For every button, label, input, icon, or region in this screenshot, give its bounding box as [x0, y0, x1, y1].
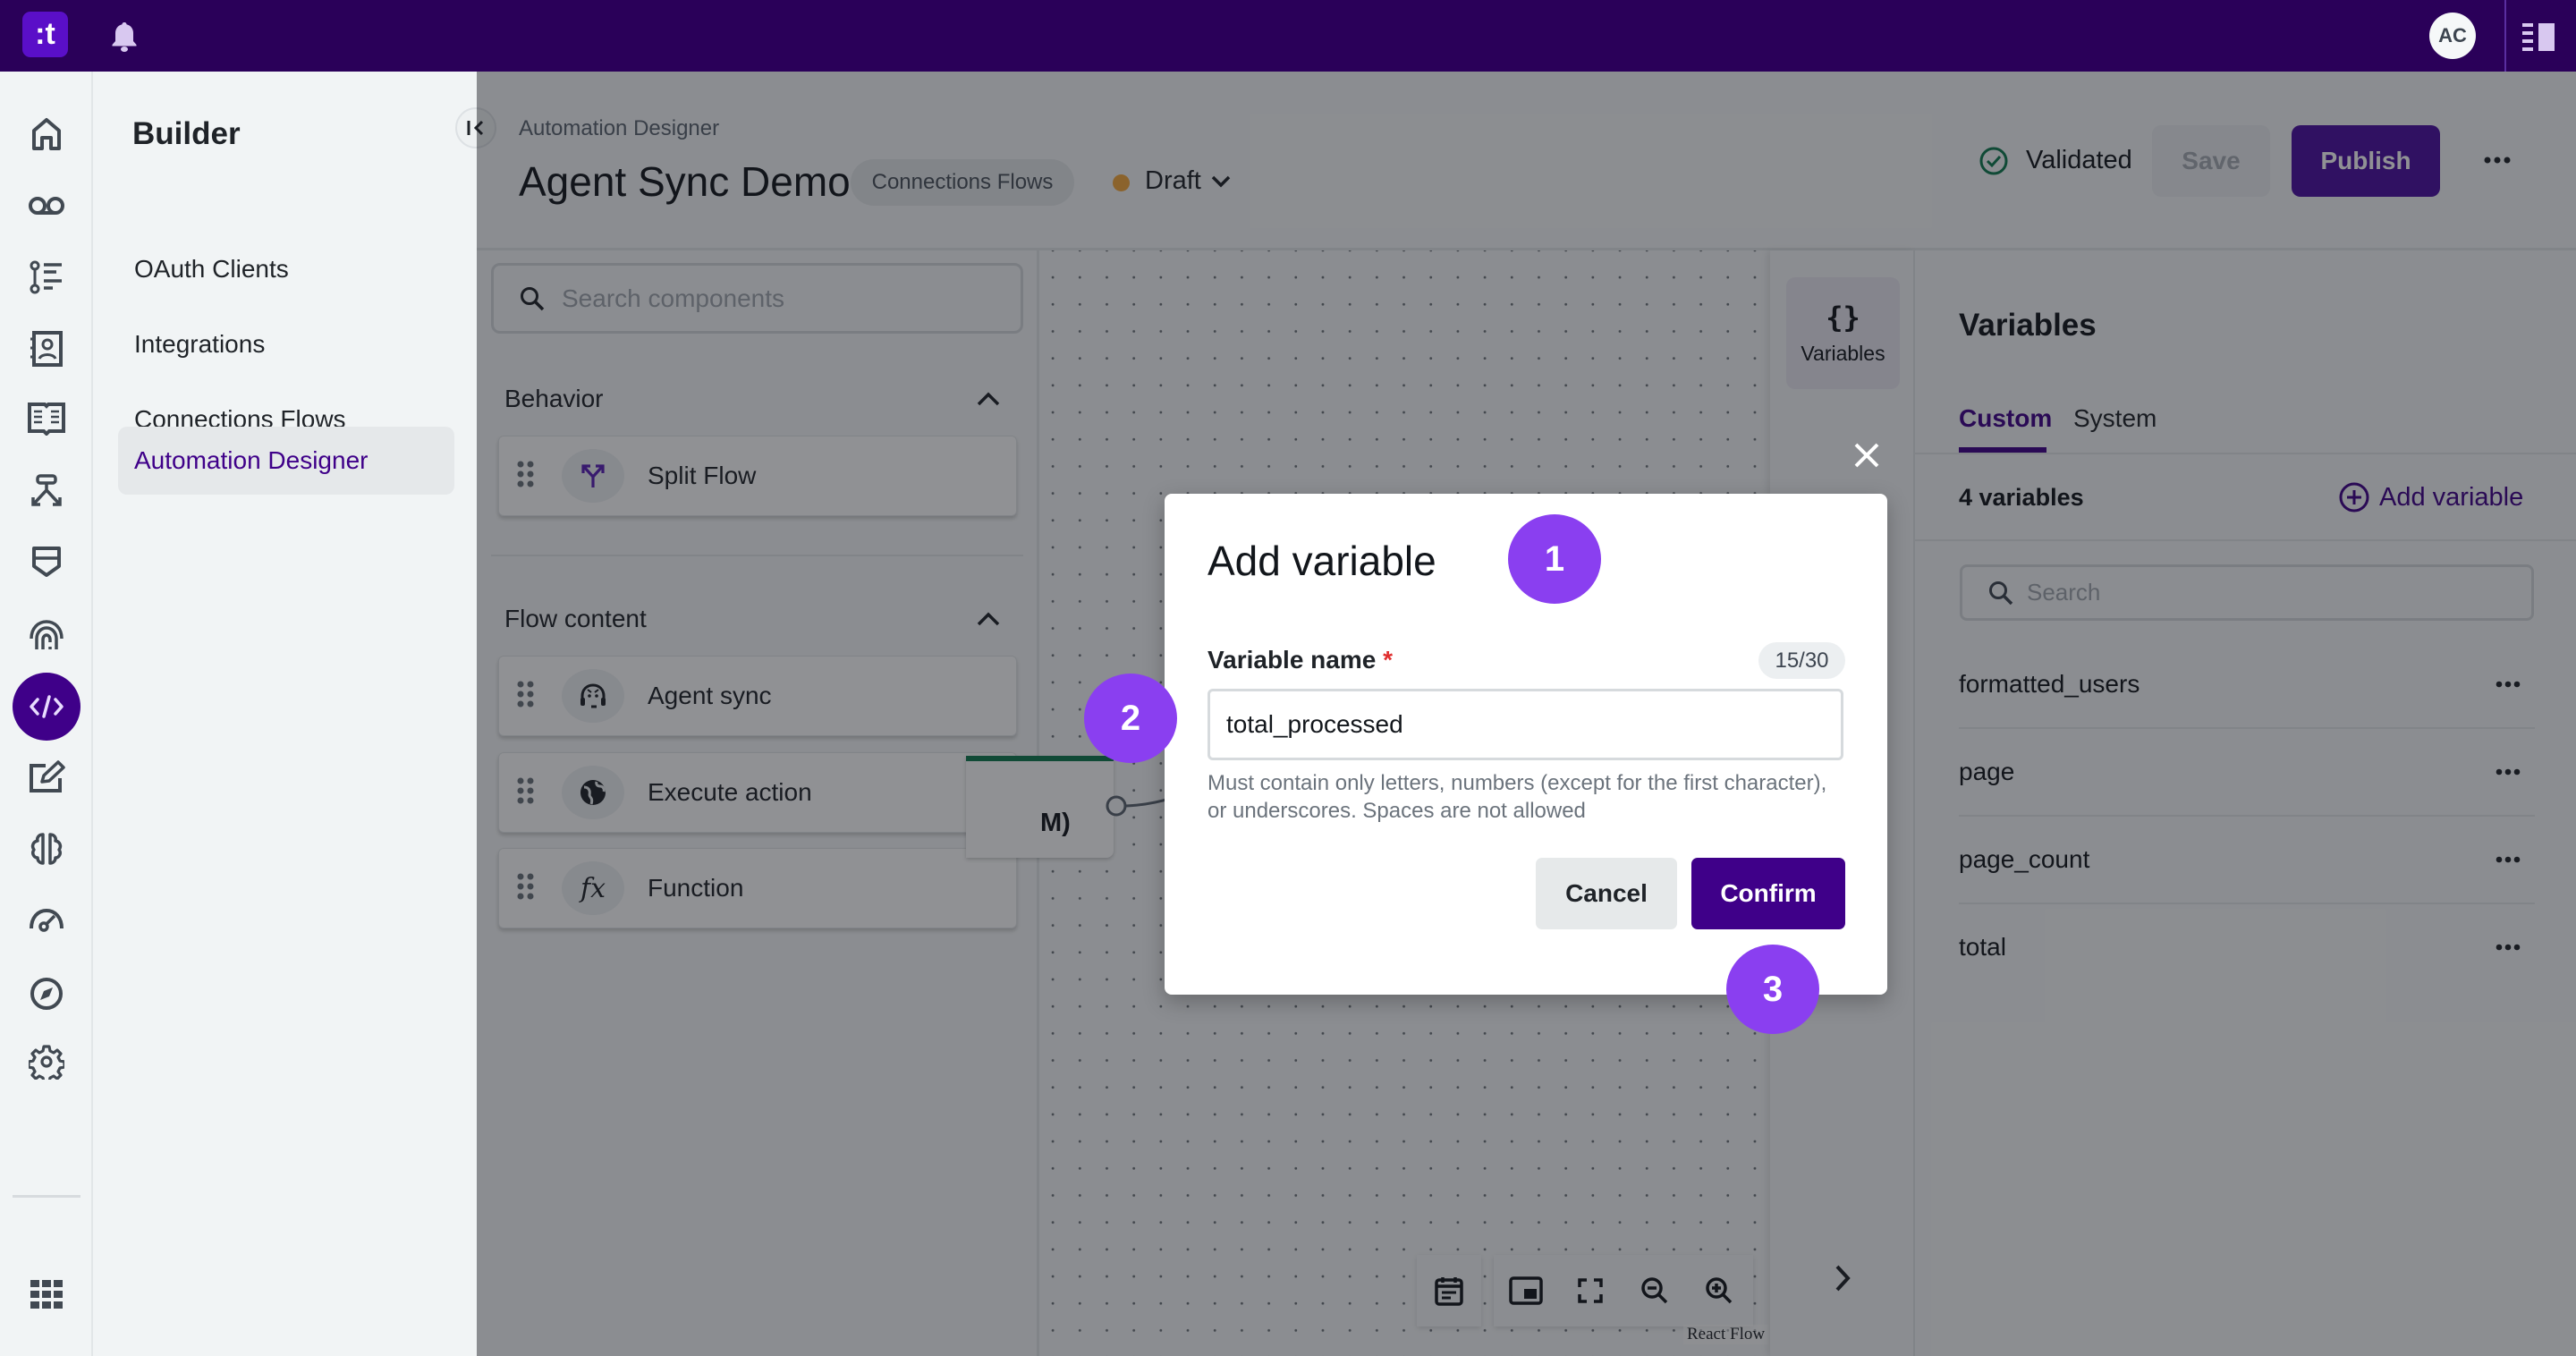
character-counter: 15/30	[1758, 642, 1845, 679]
field-label-text: Variable name	[1208, 646, 1377, 674]
icon-rail	[0, 72, 93, 1356]
home-icon[interactable]	[27, 114, 66, 154]
code-icon[interactable]	[13, 673, 80, 741]
builder-item-label: Automation Designer	[134, 446, 369, 474]
brain-icon[interactable]	[27, 829, 66, 869]
builder-item-oauth-clients[interactable]: OAuth Clients	[118, 235, 454, 303]
apps-grid-icon[interactable]	[27, 1275, 66, 1314]
step-badge-1: 1	[1508, 514, 1601, 604]
builder-item-label: Integrations	[134, 330, 266, 358]
logo-text: :t	[35, 17, 55, 51]
builder-panel: Builder OAuth Clients Integrations Conne…	[93, 72, 477, 1356]
gauge-icon[interactable]	[27, 899, 66, 938]
gear-icon[interactable]	[27, 1042, 66, 1081]
contacts-icon[interactable]	[27, 329, 66, 369]
close-icon[interactable]	[1848, 436, 1885, 474]
variable-name-label: Variable name *	[1208, 646, 1393, 674]
rail-divider	[13, 1195, 80, 1198]
fingerprint-icon[interactable]	[27, 615, 66, 655]
user-avatar[interactable]: AC	[2429, 13, 2476, 59]
step-badge-2: 2	[1084, 674, 1177, 763]
timeline-list-icon[interactable]	[27, 258, 66, 297]
voicemail-icon[interactable]	[27, 186, 66, 225]
step-badge-3: 3	[1726, 945, 1819, 1034]
connector-icon[interactable]	[27, 471, 66, 511]
avatar-initials: AC	[2438, 24, 2467, 47]
cancel-button[interactable]: Cancel	[1536, 858, 1677, 929]
shield-icon[interactable]	[27, 542, 66, 581]
confirm-button[interactable]: Confirm	[1691, 858, 1845, 929]
top-bar	[0, 0, 2576, 72]
builder-item-automation-designer[interactable]: Automation Designer	[118, 427, 454, 495]
edit-icon[interactable]	[27, 758, 66, 797]
compass-icon[interactable]	[27, 974, 66, 1013]
side-panel-toggle-icon[interactable]	[2522, 21, 2556, 52]
bell-icon[interactable]	[109, 20, 140, 54]
dialog-title: Add variable	[1208, 538, 1436, 584]
topbar-divider	[2504, 0, 2506, 72]
builder-title: Builder	[132, 116, 241, 151]
builder-item-label: OAuth Clients	[134, 255, 289, 283]
required-marker: *	[1383, 646, 1394, 674]
builder-item-integrations[interactable]: Integrations	[118, 310, 454, 378]
helper-text: Must contain only letters, numbers (exce…	[1208, 771, 1827, 823]
variable-name-input[interactable]	[1208, 689, 1843, 760]
book-icon[interactable]	[27, 399, 66, 438]
app-logo[interactable]: :t	[22, 12, 68, 57]
